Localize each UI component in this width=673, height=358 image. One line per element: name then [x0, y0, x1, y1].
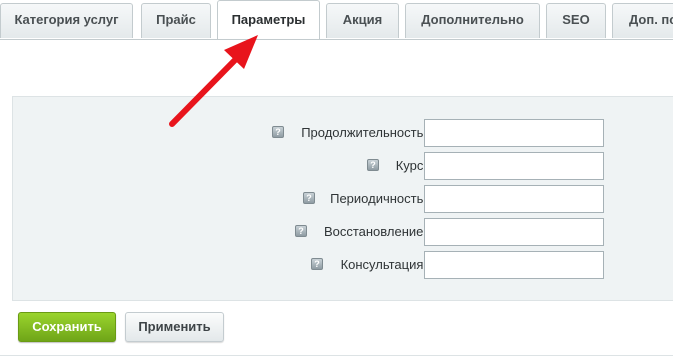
tab-seo[interactable]: SEO — [546, 3, 606, 38]
apply-button[interactable]: Применить — [125, 312, 224, 342]
recovery-label: Восстановление: — [323, 224, 427, 239]
tab-promotion[interactable]: Акция — [326, 3, 399, 38]
tab-bar: Категория услуг Прайс Параметры Акция До… — [0, 0, 673, 40]
page: Категория услуг Прайс Параметры Акция До… — [0, 0, 673, 358]
help-icon[interactable]: ? — [295, 225, 307, 237]
parameters-form: ? Продолжительность: ? Курс: ? Периодичн… — [12, 96, 673, 301]
tab-service-category[interactable]: Категория услуг — [0, 3, 133, 38]
consultation-input[interactable] — [424, 251, 604, 279]
course-input[interactable] — [424, 152, 604, 180]
help-icon[interactable]: ? — [311, 258, 323, 270]
arrow-head — [224, 35, 258, 69]
tab-bar-border — [0, 39, 673, 40]
course-label: Курс: — [395, 158, 427, 173]
tab-parameters[interactable]: Параметры — [217, 0, 320, 40]
save-button[interactable]: Сохранить — [18, 312, 116, 342]
form-row-duration: ? Продолжительность: — [13, 119, 613, 147]
recovery-input[interactable] — [424, 218, 604, 246]
tab-additional[interactable]: Дополнительно — [405, 3, 540, 38]
form-row-recovery: ? Восстановление: — [13, 218, 613, 246]
form-row-course: ? Курс: — [13, 152, 613, 180]
tab-price[interactable]: Прайс — [141, 3, 211, 38]
consultation-label: Консультация: — [340, 257, 427, 272]
duration-label: Продолжительность: — [301, 125, 427, 140]
footer-divider — [0, 355, 673, 356]
duration-input[interactable] — [424, 119, 604, 147]
frequency-input[interactable] — [424, 185, 604, 213]
help-icon[interactable]: ? — [272, 126, 284, 138]
help-icon[interactable]: ? — [367, 159, 379, 171]
help-icon[interactable]: ? — [303, 192, 315, 204]
tab-extra[interactable]: Доп. по — [612, 3, 673, 38]
form-row-frequency: ? Периодичность: — [13, 185, 613, 213]
form-row-consultation: ? Консультация: — [13, 251, 613, 279]
frequency-label: Периодичность: — [330, 191, 427, 206]
